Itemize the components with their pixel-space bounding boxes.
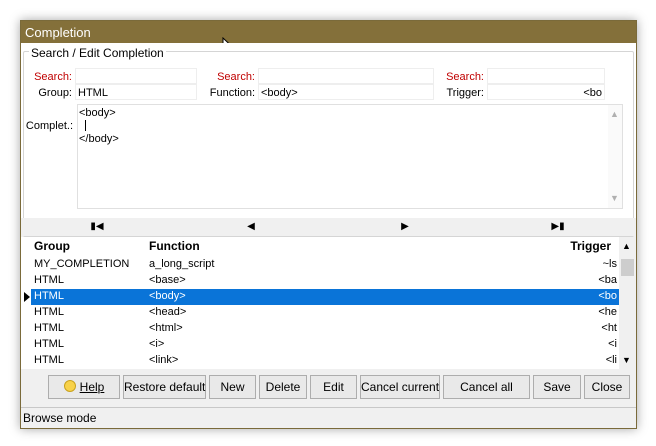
completion-window: Completion Search / Edit Completion Sear… [20,20,637,429]
column-header-group[interactable]: Group [34,239,70,253]
save-button[interactable]: Save [533,375,581,399]
completion-line: </body> [79,133,119,145]
group-search-input[interactable] [75,68,197,84]
grid-scrollbar[interactable]: ▲ ▼ [619,237,636,369]
first-record-icon: ▮◀ [90,221,104,232]
scrollbar-thumb[interactable] [621,259,634,276]
group-input[interactable]: HTML [75,84,197,100]
scroll-up-icon[interactable]: ▲ [610,108,619,121]
table-row[interactable]: HTML <head> <he [21,305,619,321]
scroll-up-icon[interactable]: ▲ [622,241,631,251]
groupbox-title: Search / Edit Completion [29,46,166,60]
completion-text-area[interactable]: <body> </body> ▲ ▼ [77,104,623,209]
cell-group: HTML [34,290,64,302]
cell-trigger: <ht [601,322,617,334]
function-search-label: Search: [217,71,255,83]
cell-function: <i> [149,338,165,350]
completion-line: <body> [79,107,116,119]
new-button[interactable]: New [209,375,256,399]
column-header-trigger[interactable]: Trigger [570,239,611,253]
completion-scrollbar[interactable]: ▲ ▼ [608,105,622,208]
cell-group: HTML [34,354,64,366]
status-text: Browse mode [23,411,97,425]
restore-default-button[interactable]: Restore default [123,375,206,399]
table-row[interactable]: MY_COMPLETION a_long_script ~ls [21,257,619,273]
cell-trigger: ~ls [602,258,617,270]
delete-button[interactable]: Delete [259,375,307,399]
cell-group: HTML [34,274,64,286]
trigger-search-label: Search: [446,71,484,83]
next-record-button[interactable]: ▶ [395,218,415,236]
cancel-current-button[interactable]: Cancel current [360,375,440,399]
cell-function: <html> [149,322,183,334]
cell-trigger: <i [608,338,617,350]
cell-trigger: <li [605,354,617,366]
cell-group: HTML [34,322,64,334]
table-row[interactable]: HTML <base> <ba [21,273,619,289]
function-search-input[interactable] [258,68,434,84]
completion-line [79,120,622,133]
cancel-all-button[interactable]: Cancel all [443,375,530,399]
prior-record-icon: ◀ [247,221,255,232]
completion-grid[interactable]: Group Function Trigger MY_COMPLETION a_l… [21,237,636,369]
trigger-field-label: Trigger: [446,87,485,99]
scroll-down-icon[interactable]: ▼ [622,355,631,365]
last-record-icon: ▶▮ [551,221,565,232]
cell-function: <link> [149,354,179,366]
table-row[interactable]: HTML <html> <ht [21,321,619,337]
prior-record-button[interactable]: ◀ [241,218,261,236]
cell-function: <head> [149,306,187,318]
title-bar[interactable]: Completion [21,21,636,43]
last-record-button[interactable]: ▶▮ [548,218,568,236]
table-row-selected[interactable]: HTML <body> <bo [21,289,619,305]
cell-function: <base> [149,274,186,286]
cell-function: a_long_script [149,258,215,270]
scroll-down-icon[interactable]: ▼ [610,192,619,205]
first-record-button[interactable]: ▮◀ [87,218,107,236]
group-field-label: Group: [38,87,72,99]
window-title: Completion [25,25,91,40]
status-bar: Browse mode [21,407,636,428]
cell-group: HTML [34,306,64,318]
completion-label: Complet.: [25,120,73,132]
cell-function: <body> [149,290,186,302]
function-input[interactable]: <body> [258,84,434,100]
table-row[interactable]: HTML <i> <i [21,337,619,353]
text-caret [85,120,86,131]
cell-trigger: <he [598,306,617,318]
help-button[interactable]: Help [48,375,120,399]
close-button[interactable]: Close [584,375,630,399]
group-search-label: Search: [34,71,72,83]
trigger-input[interactable]: <bo [487,84,605,100]
help-button-label: Help [79,380,105,394]
cell-trigger: <ba [598,274,617,286]
grid-header: Group Function Trigger [21,237,619,253]
edit-button[interactable]: Edit [310,375,357,399]
record-navigator: ▮◀ ◀ ▶ ▶▮ [21,218,636,236]
current-row-indicator-icon [24,292,30,302]
column-header-function[interactable]: Function [149,239,200,253]
next-record-icon: ▶ [401,221,409,232]
table-row[interactable]: HTML <link> <li [21,353,619,369]
cell-trigger: <bo [598,290,617,302]
trigger-search-input[interactable] [487,68,605,84]
function-field-label: Function: [209,87,255,99]
button-bar: Help Restore default New Delete Edit Can… [21,371,636,405]
lightbulb-icon [63,380,76,392]
cell-group: MY_COMPLETION [34,258,130,270]
cell-group: HTML [34,338,64,350]
